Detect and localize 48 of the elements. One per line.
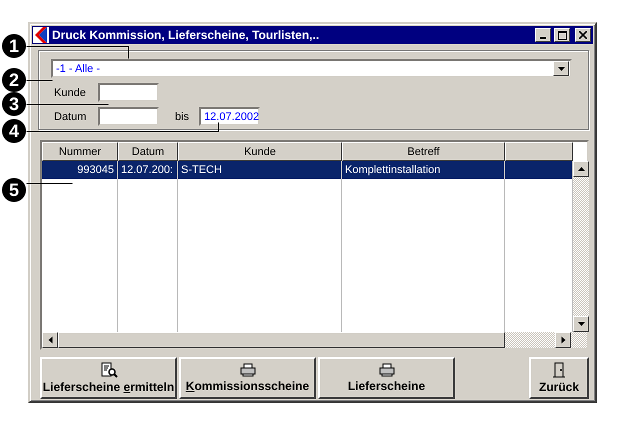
- callout-marker: 4: [2, 119, 26, 143]
- arrow-icon: [48, 336, 52, 344]
- maximize-button[interactable]: [554, 28, 570, 42]
- action-button[interactable]: Kommissionsscheine: [179, 357, 316, 399]
- table-cell: S-TECH: [178, 161, 342, 179]
- leader-line: [26, 80, 53, 81]
- callout-marker: 5: [2, 178, 26, 202]
- arrow-icon: [561, 336, 565, 344]
- column-header[interactable]: Datum: [118, 142, 178, 161]
- table-cell: 993045: [42, 161, 118, 179]
- column-header[interactable]: Nummer: [42, 142, 118, 161]
- horizontal-scrollbar[interactable]: [42, 332, 587, 348]
- arrow-icon: [578, 167, 584, 171]
- input-field[interactable]: [98, 107, 159, 126]
- leader-line: [26, 183, 73, 184]
- magnifier-document-icon: [100, 362, 118, 378]
- action-button[interactable]: Lieferscheine: [318, 357, 455, 399]
- field-label: bis: [175, 110, 190, 122]
- callout-marker: 3: [2, 92, 26, 116]
- window-title: Druck Kommission, Lieferscheine, Tourlisten,..: [52, 28, 320, 42]
- vertical-scrollbar[interactable]: [573, 161, 589, 332]
- combo-box[interactable]: -1 - Alle -: [51, 59, 572, 78]
- action-button[interactable]: Lieferscheine ermitteln: [40, 357, 177, 399]
- close-icon: [579, 31, 587, 39]
- input-field[interactable]: 12.07.2002: [199, 107, 260, 126]
- field-label: Datum: [53, 110, 88, 122]
- arrow-icon: [578, 322, 584, 326]
- table-cell: [505, 161, 573, 179]
- printer-icon: [238, 363, 256, 377]
- field-label: Kunde: [53, 86, 87, 98]
- callout-marker: 1: [2, 34, 26, 58]
- arrow-icon: [558, 66, 564, 70]
- app-logo-icon: [33, 27, 49, 43]
- column-header[interactable]: Betreff: [342, 142, 505, 161]
- printer-icon: [378, 363, 396, 377]
- door-icon: [553, 362, 565, 378]
- back-button[interactable]: Zurück: [529, 357, 589, 399]
- dropdown-button[interactable]: [553, 61, 569, 76]
- close-button[interactable]: [575, 28, 591, 42]
- column-header[interactable]: Kunde: [178, 142, 342, 161]
- table-row[interactable]: 993045 12.07.200: S-TECH Komplettinstallation: [42, 161, 573, 179]
- table-cell: Komplettinstallation: [342, 161, 505, 179]
- minimize-button[interactable]: [535, 28, 551, 42]
- table-cell: 12.07.200:: [118, 161, 178, 179]
- input-field[interactable]: [98, 83, 159, 102]
- column-header[interactable]: [505, 142, 573, 161]
- callout-marker: 2: [2, 68, 26, 92]
- maximize-icon: [558, 30, 566, 40]
